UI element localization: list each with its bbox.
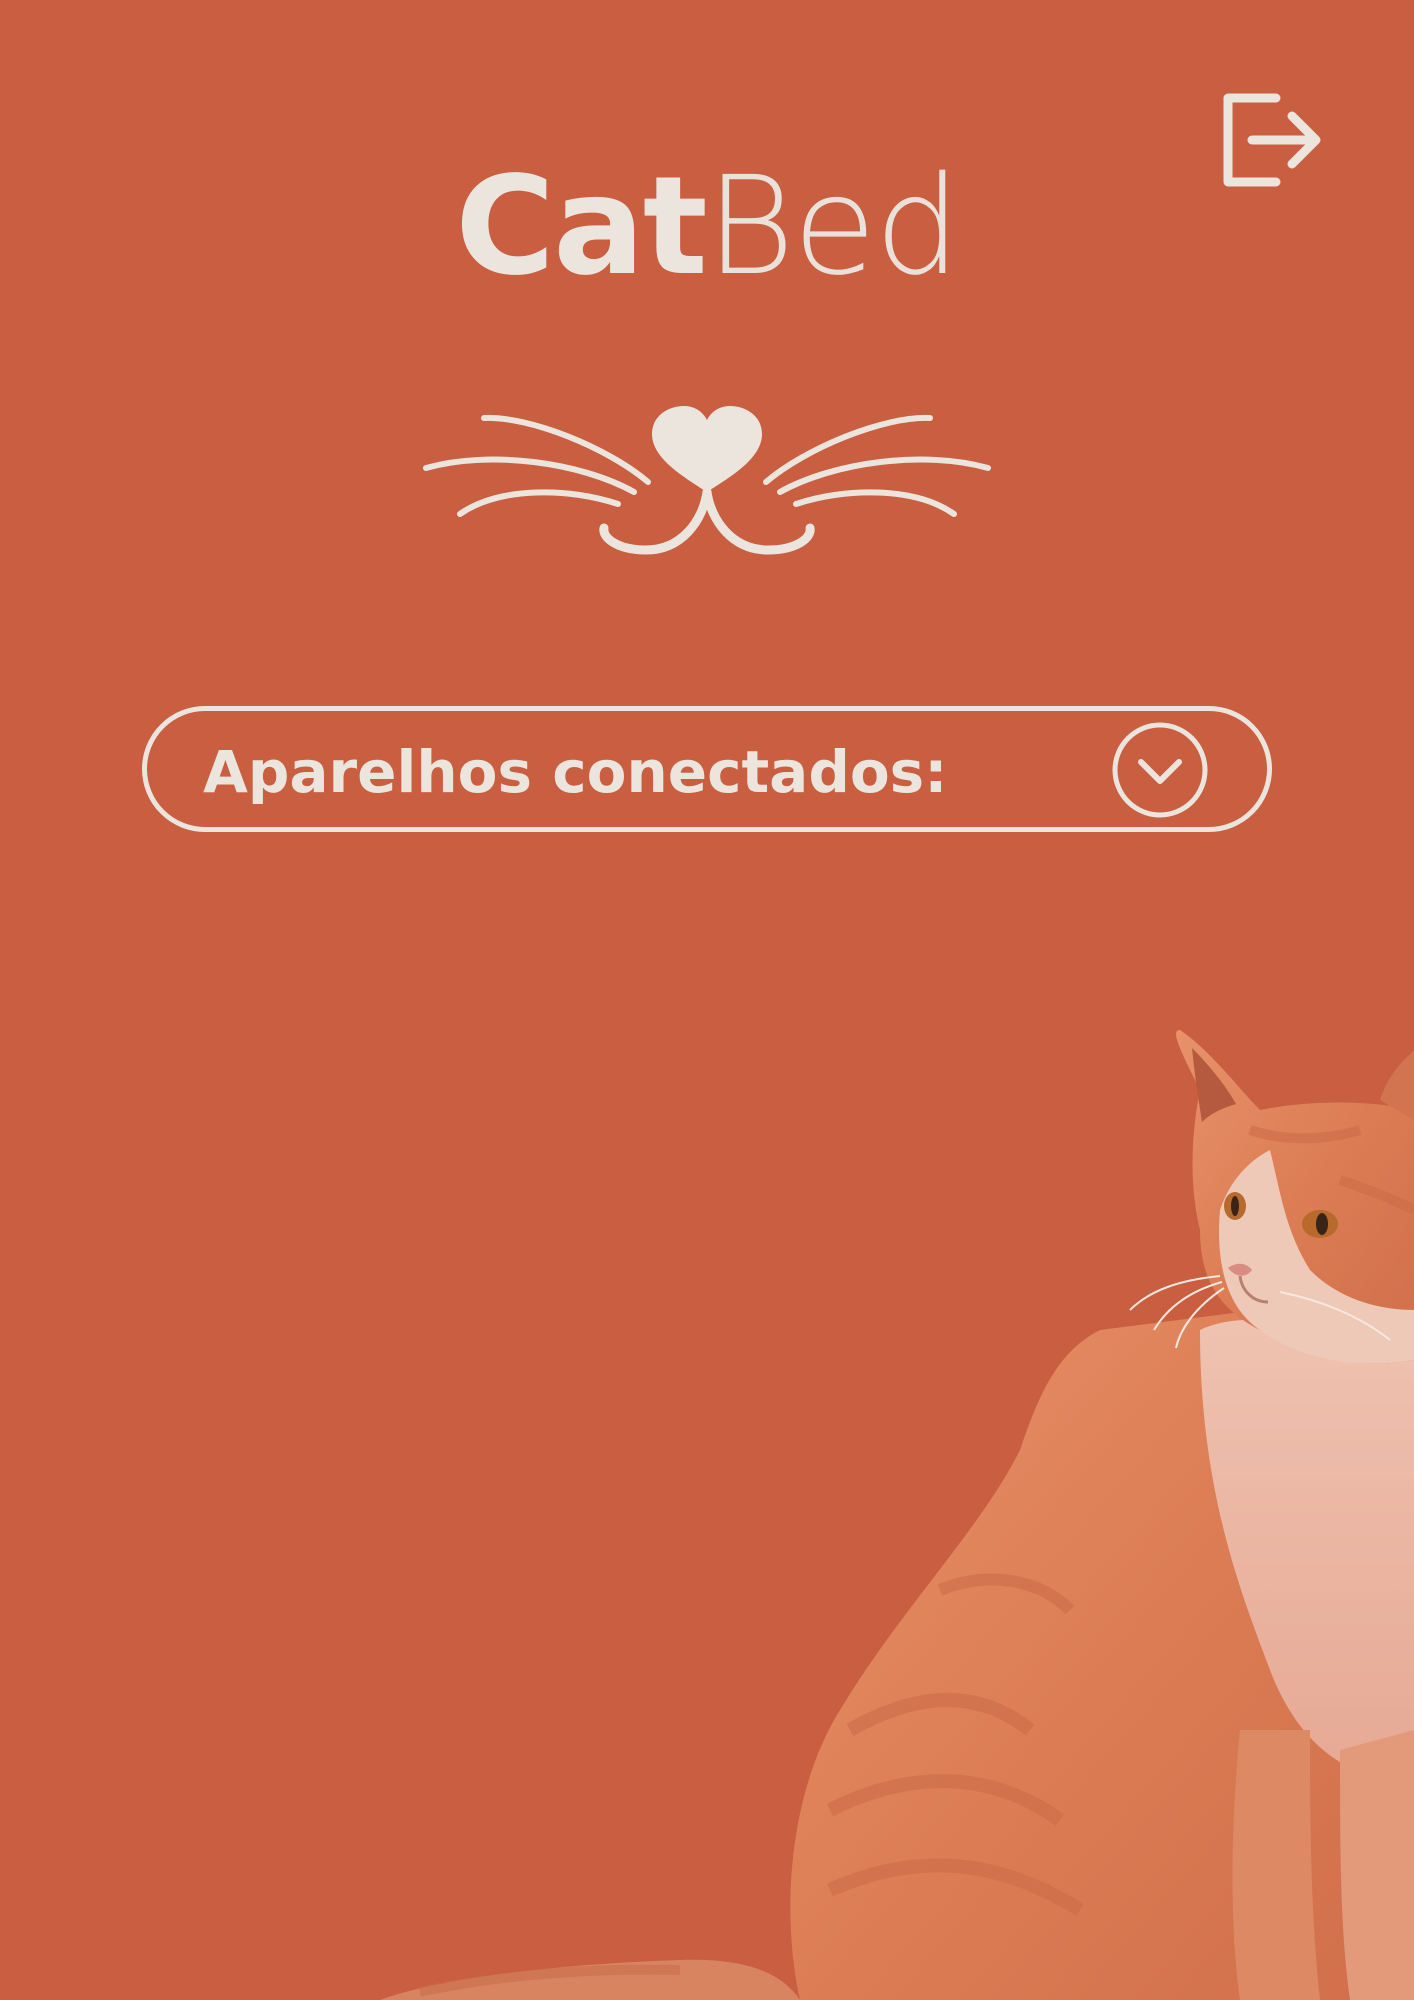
app-title-bold: Cat [455,148,708,306]
connected-devices-dropdown[interactable]: Aparelhos conectados: [142,706,1272,832]
app-title: CatBed [0,152,1414,302]
chevron-down-icon [1112,722,1208,818]
cat-whiskers-heart-nose-icon [423,406,991,555]
connected-devices-toggle-button[interactable] [1111,721,1209,819]
cat-face-logo [420,400,994,560]
cat-photo-image [380,1030,1414,2000]
connected-devices-label: Aparelhos conectados: [203,738,948,806]
cat-photo [380,1030,1414,2000]
app-title-light: Bed [705,148,961,306]
app-screen: CatBed Aparelhos conectados: [0,0,1414,2000]
